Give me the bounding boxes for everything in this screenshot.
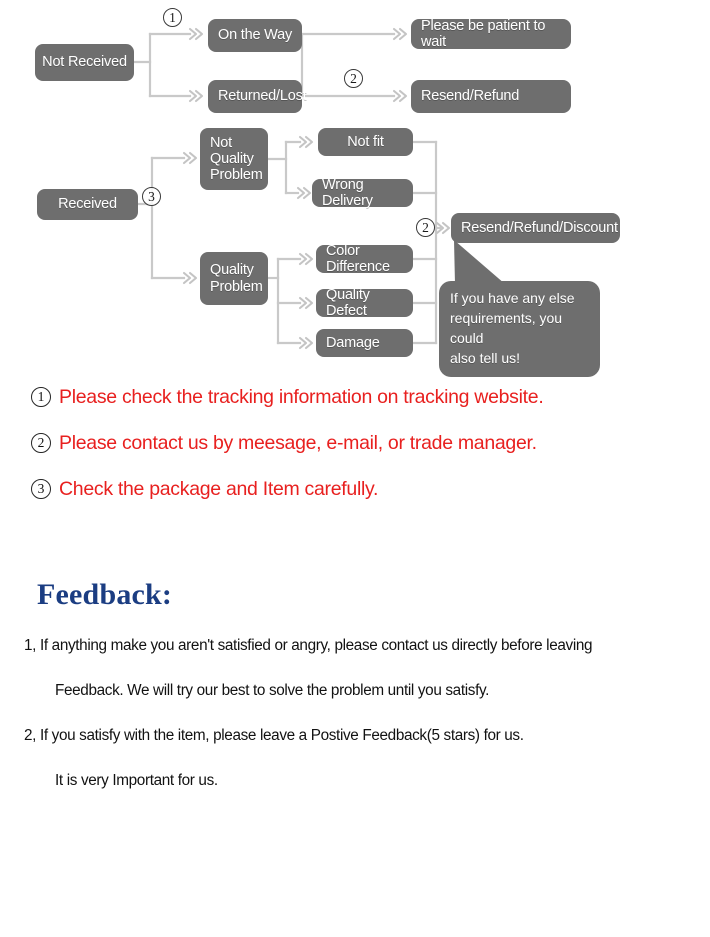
flow-step-marker-1: 1 bbox=[163, 8, 182, 27]
flow-node-returned-lost: Returned/Lost bbox=[208, 80, 307, 113]
flow-node-damage: Damage bbox=[316, 329, 413, 357]
note-text: Please check the tracking information on… bbox=[59, 385, 544, 408]
flow-node-please-be-patient: Please be patient to wait bbox=[411, 18, 571, 50]
feedback-line: 2, If you satisfy with the item, please … bbox=[24, 726, 524, 744]
note-marker: 1 bbox=[31, 387, 51, 407]
note-row: 1 Please check the tracking information o… bbox=[0, 374, 710, 420]
flow-node-wrong-delivery: Wrong Delivery bbox=[312, 177, 413, 209]
flow-step-marker-2: 2 bbox=[344, 69, 363, 88]
instruction-notes: 1 Please check the tracking information o… bbox=[0, 374, 710, 512]
flow-node-not-received: Not Received bbox=[35, 44, 134, 81]
flow-node-color-difference: Color Difference bbox=[316, 243, 413, 275]
flow-node-not-quality-problem: Not Quality Problem bbox=[200, 128, 268, 190]
flow-node-not-fit: Not fit bbox=[318, 128, 413, 156]
flow-node-received: Received bbox=[37, 189, 138, 220]
feedback-line: 1, If anything make you aren't satisfied… bbox=[24, 636, 593, 654]
speech-bubble-tail-icon bbox=[454, 240, 505, 284]
flowchart-diagram: Not Received On the Way Returned/Lost Pleas… bbox=[0, 0, 710, 377]
feedback-line: Feedback. We will try our best to solve … bbox=[55, 681, 490, 699]
flow-step-marker-4: 2 bbox=[416, 218, 435, 237]
note-row: 2 Please contact us by meesage, e-mail, o… bbox=[0, 420, 710, 466]
feedback-heading: Feedback: bbox=[37, 578, 173, 611]
feedback-section: Feedback: 1, If anything make you aren't… bbox=[0, 578, 710, 803]
note-text: Check the package and Item carefully. bbox=[59, 477, 379, 500]
note-marker: 3 bbox=[31, 479, 51, 499]
flow-node-on-the-way: On the Way bbox=[208, 19, 302, 52]
flow-step-marker-3: 3 bbox=[142, 187, 161, 206]
feedback-line: It is very Important for us. bbox=[55, 771, 218, 789]
feedback-lines: 1, If anything make you aren't satisfied… bbox=[0, 623, 710, 803]
flow-node-quality-problem: Quality Problem bbox=[200, 252, 268, 305]
note-text: Please contact us by meesage, e-mail, or… bbox=[59, 431, 537, 454]
note-row: 3 Check the package and Item carefully. bbox=[0, 466, 710, 512]
flow-node-resend-refund: Resend/Refund bbox=[411, 80, 571, 113]
note-marker: 2 bbox=[31, 433, 51, 453]
flow-node-quality-defect: Quality Defect bbox=[316, 287, 413, 319]
